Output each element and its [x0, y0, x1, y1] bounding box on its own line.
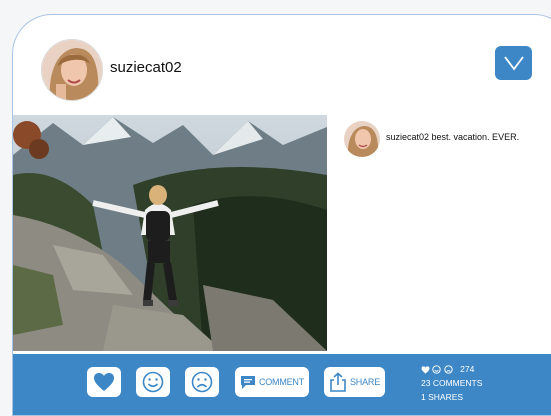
share-icon: [330, 372, 346, 392]
comment-bubble-icon: [240, 375, 255, 389]
sad-reaction-button[interactable]: [185, 367, 219, 397]
frown-icon: [191, 371, 213, 393]
comment-button-label: COMMENT: [258, 377, 305, 387]
post-menu-button[interactable]: [495, 46, 532, 80]
share-button-label: SHARE: [349, 377, 380, 387]
post-photo[interactable]: [13, 115, 327, 351]
happy-reaction-button[interactable]: [136, 367, 170, 397]
heart-icon: [421, 366, 430, 374]
smiley-icon: [432, 365, 442, 374]
post-card: suziecat02 suziecat02 best. vacation. EV…: [12, 14, 551, 416]
frown-icon: [444, 365, 453, 374]
shares-count[interactable]: 1 SHARES: [421, 390, 482, 404]
action-bar: COMMENT SHARE 274 23 COMMENTS 1 SHARES: [13, 354, 551, 415]
smiley-icon: [142, 371, 164, 393]
reaction-summary[interactable]: 274: [421, 362, 482, 376]
comments-count[interactable]: 23 COMMENTS: [421, 376, 482, 390]
user-avatar[interactable]: [41, 39, 103, 101]
comment-button[interactable]: COMMENT: [235, 367, 309, 397]
post-stats: 274 23 COMMENTS 1 SHARES: [421, 362, 482, 404]
heart-icon: [94, 373, 114, 391]
like-button[interactable]: [87, 367, 121, 397]
post-username[interactable]: suziecat02: [110, 59, 182, 76]
caption-avatar[interactable]: [344, 121, 380, 157]
chevron-down-icon: [503, 56, 524, 71]
reaction-count: 274: [460, 364, 475, 374]
post-caption: suziecat02 best. vacation. EVER.: [386, 132, 520, 142]
share-button[interactable]: SHARE: [324, 367, 385, 397]
